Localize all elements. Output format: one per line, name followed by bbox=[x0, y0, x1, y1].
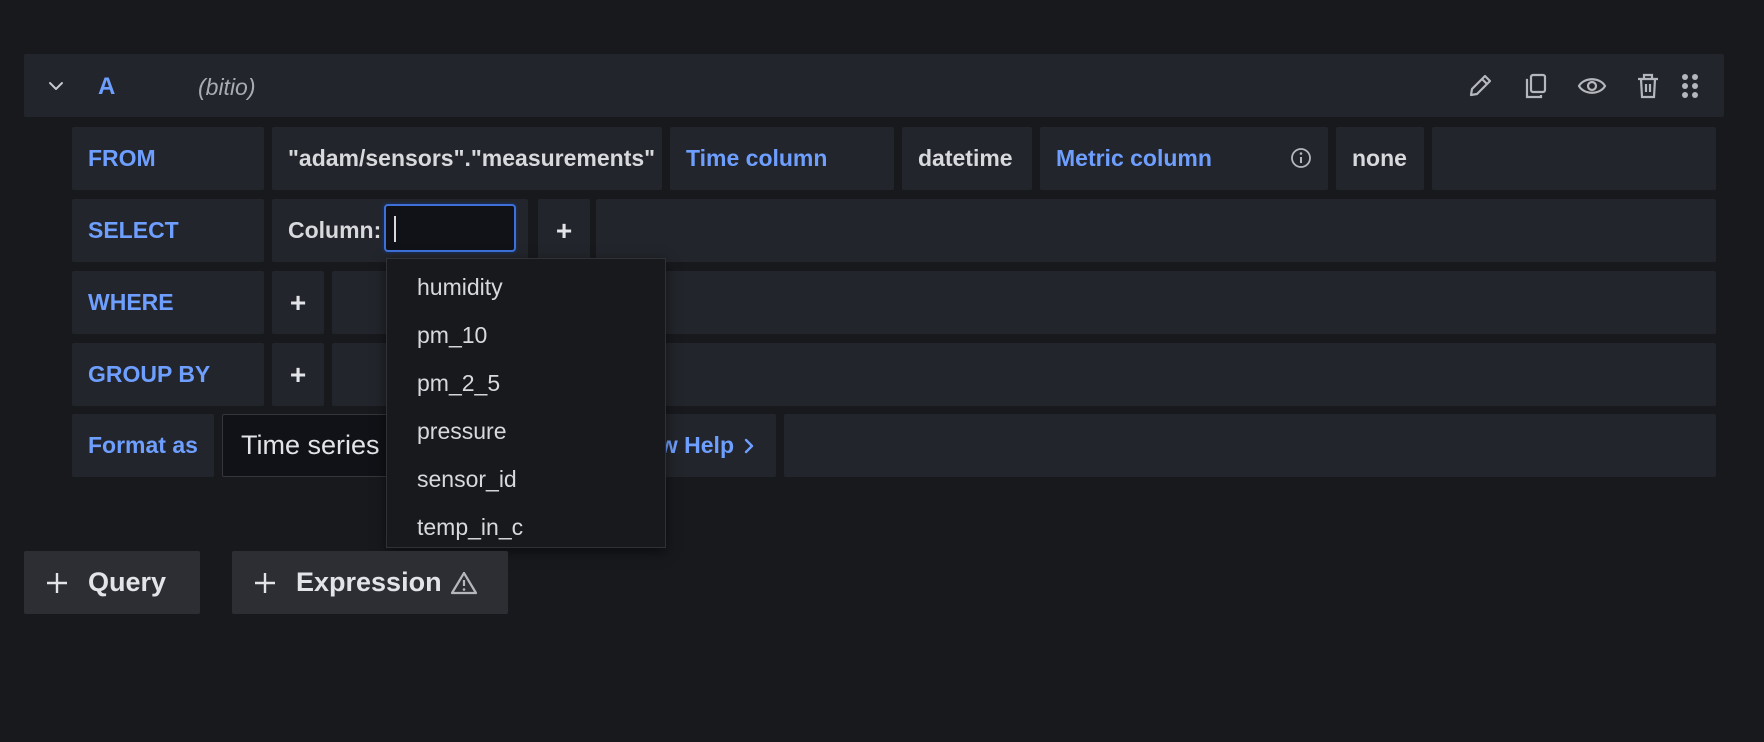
format-row-filler bbox=[784, 414, 1716, 477]
warning-icon bbox=[450, 570, 478, 596]
from-keyword: FROM bbox=[72, 127, 264, 190]
from-row-filler bbox=[1432, 127, 1716, 190]
dropdown-option[interactable]: humidity bbox=[387, 263, 665, 311]
text-caret bbox=[394, 216, 396, 242]
add-where-button[interactable]: + bbox=[272, 271, 324, 334]
dropdown-option[interactable]: pressure bbox=[387, 407, 665, 455]
groupby-keyword: GROUP BY bbox=[72, 343, 264, 406]
plus-icon bbox=[252, 570, 278, 596]
time-column-label: Time column bbox=[670, 127, 894, 190]
add-query-button[interactable]: Query bbox=[24, 551, 200, 614]
column-dropdown: humidity pm_10 pm_2_5 pressure sensor_id… bbox=[386, 258, 666, 548]
column-label: Column: bbox=[288, 217, 382, 243]
datasource-name: (bitio) bbox=[198, 74, 256, 100]
dropdown-option[interactable]: pm_10 bbox=[387, 311, 665, 359]
table-selector[interactable]: "adam/sensors"."measurements" bbox=[272, 127, 662, 190]
format-keyword: Format as bbox=[72, 414, 214, 477]
where-keyword: WHERE bbox=[72, 271, 264, 334]
eye-icon[interactable] bbox=[1576, 70, 1608, 102]
select-row-filler bbox=[596, 199, 1716, 262]
pencil-icon[interactable] bbox=[1464, 70, 1496, 102]
dropdown-option[interactable]: sensor_id bbox=[387, 455, 665, 503]
copy-icon[interactable] bbox=[1520, 70, 1552, 102]
query-ref-id[interactable]: A bbox=[98, 70, 115, 104]
time-column-selector[interactable]: datetime bbox=[902, 127, 1032, 190]
add-expression-button[interactable]: Expression bbox=[232, 551, 508, 614]
chevron-right-icon bbox=[740, 436, 758, 456]
metric-column-selector[interactable]: none bbox=[1336, 127, 1424, 190]
metric-column-label: Metric column bbox=[1040, 127, 1328, 190]
trash-icon[interactable] bbox=[1632, 70, 1664, 102]
add-query-label: Query bbox=[88, 567, 167, 597]
plus-icon bbox=[44, 570, 70, 596]
add-groupby-button[interactable]: + bbox=[272, 343, 324, 406]
query-editor: A (bitio) FROM "adam/sensors"."measureme… bbox=[0, 0, 1764, 742]
chevron-down-icon[interactable] bbox=[44, 74, 68, 98]
dropdown-option[interactable]: temp_in_c bbox=[387, 503, 665, 551]
add-select-button[interactable]: + bbox=[538, 199, 590, 262]
metric-column-label-text: Metric column bbox=[1056, 145, 1212, 171]
dropdown-option[interactable]: pm_2_5 bbox=[387, 359, 665, 407]
column-input[interactable] bbox=[384, 204, 516, 252]
info-icon[interactable] bbox=[1290, 147, 1312, 169]
drag-handle-icon[interactable] bbox=[1674, 70, 1706, 102]
select-keyword: SELECT bbox=[72, 199, 264, 262]
add-expression-label: Expression bbox=[296, 567, 442, 597]
